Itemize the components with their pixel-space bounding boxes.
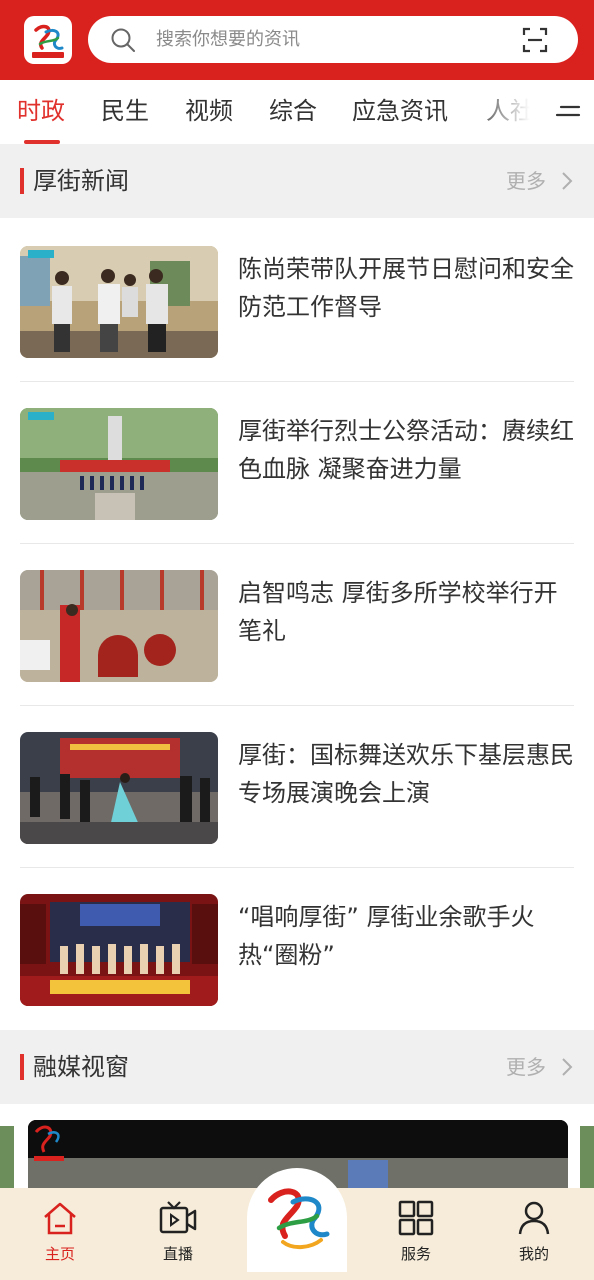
section-accent-bar (20, 1054, 24, 1080)
menu-icon[interactable] (555, 100, 583, 124)
search-input[interactable]: 搜索你想要的资讯 (156, 27, 300, 53)
news-headline[interactable]: “唱响厚街” 厚街业余歌手火热“圈粉” (238, 898, 574, 974)
section-accent-bar (20, 168, 24, 194)
more-link[interactable]: 更多 (506, 1052, 546, 1082)
nav-services[interactable]: 服务 (376, 1200, 456, 1264)
tab-general[interactable]: 综合 (269, 94, 317, 128)
news-thumbnail (20, 570, 218, 682)
news-item[interactable]: 厚街：国标舞送欢乐下基层惠民专场展演晚会上演 (20, 706, 574, 868)
scan-icon[interactable] (522, 27, 548, 53)
live-tv-icon (159, 1201, 197, 1234)
news-thumbnail (20, 894, 218, 1006)
app-header: 搜索你想要的资讯 (0, 0, 594, 80)
search-bar[interactable]: 搜索你想要的资讯 (88, 16, 578, 63)
news-item[interactable]: 陈尚荣带队开展节日慰问和安全防范工作督导 (20, 220, 574, 382)
news-thumbnail (20, 408, 218, 520)
nav-mine-label: 我的 (518, 1245, 549, 1263)
tab-fade (470, 80, 550, 144)
chevron-right-icon[interactable] (560, 1056, 574, 1078)
tab-shizheng[interactable]: 时政 (17, 94, 65, 128)
carousel-prev-slide[interactable] (0, 1126, 14, 1196)
nav-mine[interactable]: 我的 (494, 1200, 574, 1264)
news-section-header: 厚街新闻 更多 (0, 144, 594, 218)
app-logo[interactable] (24, 16, 72, 64)
brand-logo-icon (268, 1188, 330, 1249)
news-headline[interactable]: 厚街：国标舞送欢乐下基层惠民专场展演晚会上演 (238, 736, 574, 812)
nav-home[interactable]: 主页 (20, 1200, 100, 1264)
media-section-header: 融媒视窗 更多 (0, 1030, 594, 1104)
nav-live-label: 直播 (162, 1245, 193, 1263)
news-item[interactable]: 启智鸣志 厚街多所学校举行开笔礼 (20, 544, 574, 706)
news-headline[interactable]: 启智鸣志 厚街多所学校举行开笔礼 (238, 574, 574, 650)
news-item[interactable]: “唱响厚街” 厚街业余歌手火热“圈粉” (20, 868, 574, 1030)
news-item[interactable]: 厚街举行烈士公祭活动：赓续红色血脉 凝聚奋进力量 (20, 382, 574, 544)
more-link[interactable]: 更多 (506, 166, 546, 196)
home-icon (44, 1202, 76, 1235)
nav-live[interactable]: 直播 (138, 1200, 218, 1264)
news-thumbnail (20, 246, 218, 358)
chevron-right-icon[interactable] (560, 170, 574, 192)
news-headline[interactable]: 陈尚荣带队开展节日慰问和安全防范工作督导 (238, 250, 574, 326)
news-headline[interactable]: 厚街举行烈士公祭活动：赓续红色血脉 凝聚奋进力量 (238, 412, 574, 488)
center-brand-logo-button[interactable] (247, 1168, 347, 1272)
carousel-next-slide[interactable] (580, 1126, 594, 1196)
nav-services-label: 服务 (400, 1245, 431, 1263)
grid-icon (398, 1200, 434, 1236)
nav-home-label: 主页 (44, 1245, 75, 1263)
tab-emergency[interactable]: 应急资讯 (352, 94, 448, 128)
news-thumbnail (20, 732, 218, 844)
tab-minsheng[interactable]: 民生 (101, 94, 149, 128)
category-tabs: 时政 民生 视频 综合 应急资讯 人社 (0, 80, 594, 144)
search-icon (111, 28, 135, 52)
tab-video[interactable]: 视频 (185, 94, 233, 128)
user-icon (518, 1201, 550, 1235)
section-title: 厚街新闻 (33, 167, 129, 195)
section-title: 融媒视窗 (33, 1053, 129, 1081)
